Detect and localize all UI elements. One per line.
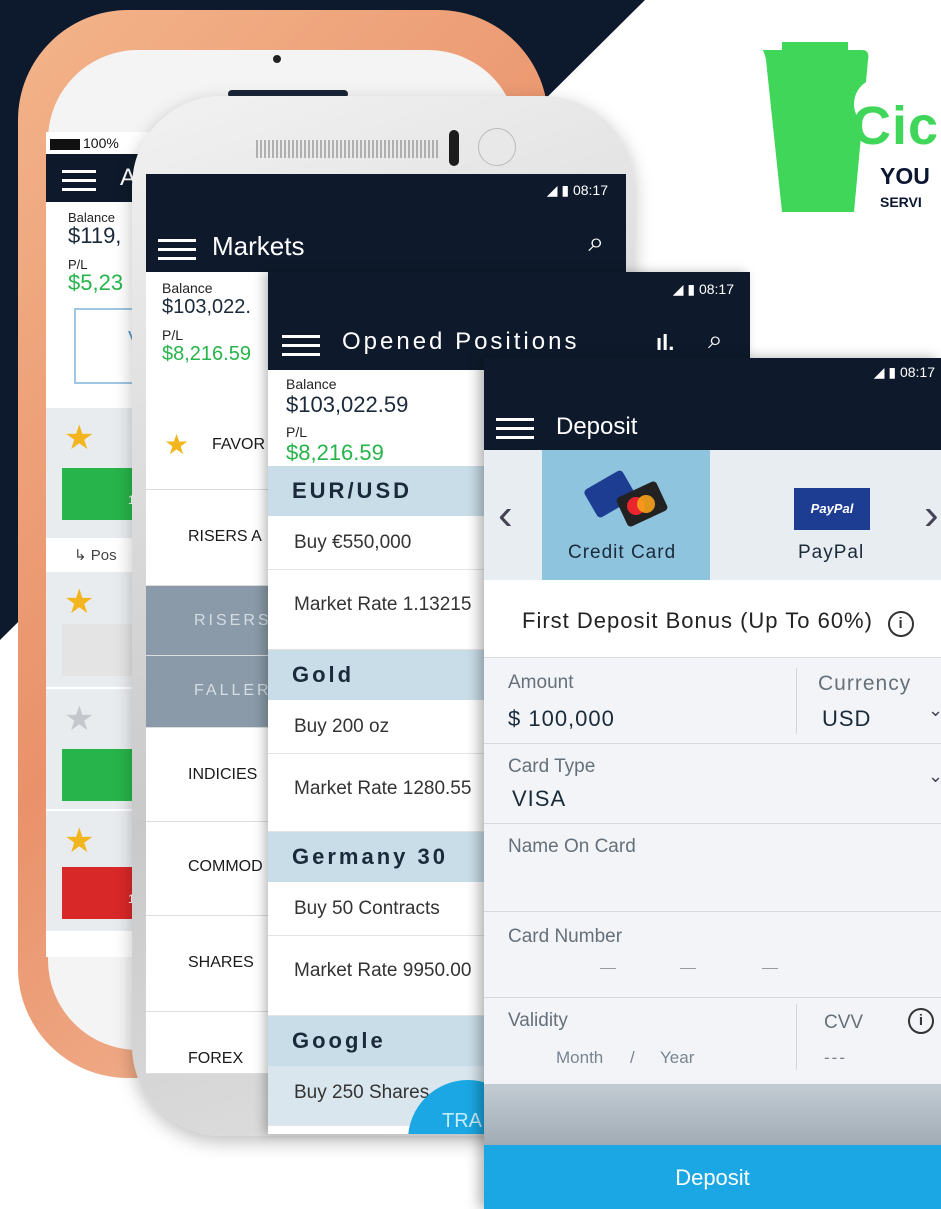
search-icon[interactable]: ⌕ [588,226,604,259]
page-title: Markets [212,231,305,261]
chevron-down-icon[interactable]: ⌄ [928,700,941,721]
status-bar: ◢ ▮ 08:17 [546,182,608,198]
app-header: ◢ ▮ 08:17 Deposit [484,358,941,450]
chevron-down-icon[interactable]: ⌄ [928,766,941,787]
method-credit-card[interactable]: Credit Card [542,450,710,580]
star-icon[interactable]: ★ [64,418,94,458]
brand-tagline-sub: SERVI [880,194,922,210]
amount-value[interactable]: $ 100,000 [508,706,615,732]
payment-methods: ‹ Credit Card PayPal PayPal › [484,450,941,580]
brand-tagline: YOU [880,163,930,189]
chevron-right-icon[interactable]: › [924,490,939,540]
chevron-left-icon[interactable]: ‹ [498,490,513,540]
page-title: Deposit [556,413,638,440]
app-header: ◢ ▮ 08:17 Markets ⌕ [146,174,626,272]
validity-field[interactable]: Validity Month / Year CVV i --- [484,998,941,1084]
status-bar: ◢ ▮ 08:17 [873,364,935,380]
app-header: ◢ ▮ 08:17 Opened Positions ıl. ⌕ [268,272,750,370]
chart-icon[interactable]: ıl. [656,330,674,356]
battery-icon [50,138,80,150]
menu-icon[interactable] [282,335,320,362]
info-icon[interactable]: i [888,611,915,637]
menu-icon[interactable] [62,170,96,197]
date-separator: / [630,1048,635,1067]
phone4-screen: ◢ ▮ 08:17 Deposit ‹ Credit Card PayPal P… [484,358,941,1209]
star-icon[interactable]: ★ [64,699,94,739]
credit-card-icon [584,470,668,527]
status-bar: 100% [46,132,150,154]
search-icon[interactable]: ⌕ [708,324,723,356]
page-title: Opened Positions [342,328,580,355]
method-credit-card-label: Credit Card [568,542,677,563]
card-type-field[interactable]: Card Type VISA ⌄ [484,744,941,824]
cvv-input[interactable]: --- [824,1048,847,1068]
info-icon[interactable]: i [908,1008,934,1034]
phone-silver-camera [478,128,516,166]
method-paypal-label[interactable]: PayPal [798,542,864,564]
phone-silver-sensor [449,130,459,166]
amount-field[interactable]: Amount $ 100,000 Currency USD ⌄ [484,658,941,744]
name-on-card-field[interactable]: Name On Card [484,824,941,912]
card-type-select[interactable]: VISA [512,786,566,812]
cvv-label: CVV [824,1012,864,1033]
deposit-button[interactable]: Deposit [484,1145,941,1209]
month-input[interactable]: Month [556,1048,603,1068]
status-bar: ◢ ▮ 08:17 [672,281,734,297]
star-icon[interactable]: ★ [64,582,94,622]
star-icon: ★ [164,429,190,460]
brand-name: Cic [852,96,940,156]
menu-icon[interactable] [496,418,534,445]
currency-select[interactable]: USD [822,706,871,732]
paypal-logo-icon: PayPal [794,488,870,530]
year-input[interactable]: Year [660,1048,694,1068]
phone-gold-speaker [273,55,281,63]
phone-silver-grill [256,140,440,158]
city-background-fade [484,1084,941,1146]
star-icon[interactable]: ★ [64,821,94,861]
menu-icon[interactable] [158,239,196,266]
card-number-field[interactable]: Card Number [484,912,941,998]
bonus-banner[interactable]: First Deposit Bonus (Up To 60%) i [484,580,941,658]
